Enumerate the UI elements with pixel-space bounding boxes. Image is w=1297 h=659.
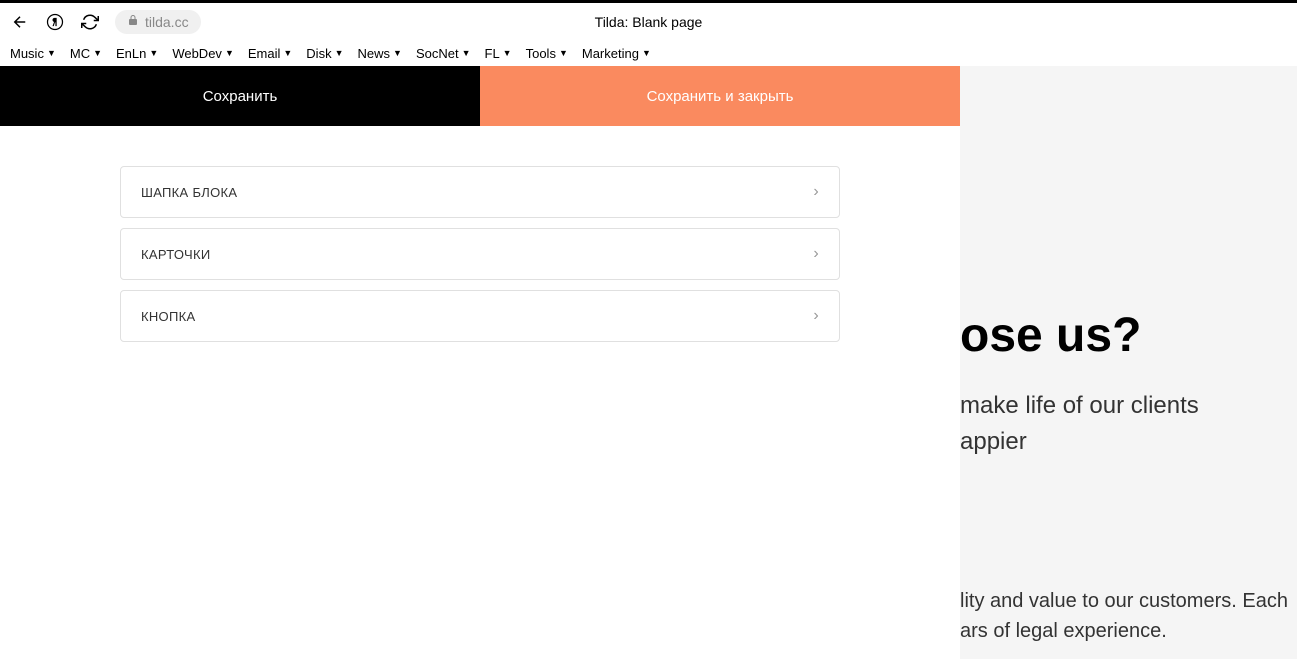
chevron-right-icon: ›: [813, 183, 819, 201]
bookmark-disk[interactable]: Disk▼: [306, 46, 343, 61]
settings-item-cards[interactable]: КАРТОЧКИ ›: [120, 228, 840, 280]
bookmark-enln[interactable]: EnLn▼: [116, 46, 158, 61]
bookmark-socnet[interactable]: SocNet▼: [416, 46, 471, 61]
main-area: ose us? make life of our clients appier …: [0, 66, 1297, 659]
chevron-down-icon: ▼: [559, 48, 568, 58]
lock-icon: [127, 14, 139, 29]
url-text: tilda.cc: [145, 14, 189, 30]
chevron-down-icon: ▼: [93, 48, 102, 58]
bookmark-mc[interactable]: MC▼: [70, 46, 102, 61]
preview-body: lity and value to our customers. Each ar…: [960, 586, 1288, 646]
settings-item-header[interactable]: ШАПКА БЛОКА ›: [120, 166, 840, 218]
chevron-down-icon: ▼: [335, 48, 344, 58]
bookmark-fl[interactable]: FL▼: [485, 46, 512, 61]
editor-header: Сохранить Сохранить и закрыть: [0, 66, 960, 126]
chevron-down-icon: ▼: [283, 48, 292, 58]
preview-subtitle: make life of our clients appier: [960, 388, 1199, 460]
back-button[interactable]: [10, 12, 30, 32]
chevron-down-icon: ▼: [47, 48, 56, 58]
chevron-right-icon: ›: [813, 307, 819, 325]
chevron-down-icon: ▼: [225, 48, 234, 58]
chevron-down-icon: ▼: [149, 48, 158, 58]
chevron-down-icon: ▼: [462, 48, 471, 58]
chevron-down-icon: ▼: [503, 48, 512, 58]
settings-item-button[interactable]: КНОПКА ›: [120, 290, 840, 342]
save-button[interactable]: Сохранить: [0, 66, 480, 126]
bookmark-news[interactable]: News▼: [358, 46, 402, 61]
chevron-right-icon: ›: [813, 245, 819, 263]
preview-heading: ose us?: [960, 308, 1141, 363]
editor-panel: Сохранить Сохранить и закрыть ШАПКА БЛОК…: [0, 66, 960, 659]
bookmark-email[interactable]: Email▼: [248, 46, 292, 61]
bookmarks-bar: Music▼ MC▼ EnLn▼ WebDev▼ Email▼ Disk▼ Ne…: [0, 40, 1297, 66]
bookmark-tools[interactable]: Tools▼: [526, 46, 568, 61]
bookmark-music[interactable]: Music▼: [10, 46, 56, 61]
chevron-down-icon: ▼: [393, 48, 402, 58]
bookmark-marketing[interactable]: Marketing▼: [582, 46, 651, 61]
bookmark-webdev[interactable]: WebDev▼: [172, 46, 234, 61]
settings-item-label: КНОПКА: [141, 309, 195, 324]
reload-button[interactable]: [80, 12, 100, 32]
settings-list: ШАПКА БЛОКА › КАРТОЧКИ › КНОПКА ›: [0, 126, 960, 382]
save-close-button[interactable]: Сохранить и закрыть: [480, 66, 960, 126]
chevron-down-icon: ▼: [642, 48, 651, 58]
browser-toolbar: tilda.cc Tilda: Blank page: [0, 3, 1297, 40]
yandex-icon[interactable]: [45, 12, 65, 32]
page-title: Tilda: Blank page: [595, 14, 703, 30]
address-bar[interactable]: tilda.cc: [115, 10, 201, 34]
settings-item-label: ШАПКА БЛОКА: [141, 185, 237, 200]
settings-item-label: КАРТОЧКИ: [141, 247, 211, 262]
